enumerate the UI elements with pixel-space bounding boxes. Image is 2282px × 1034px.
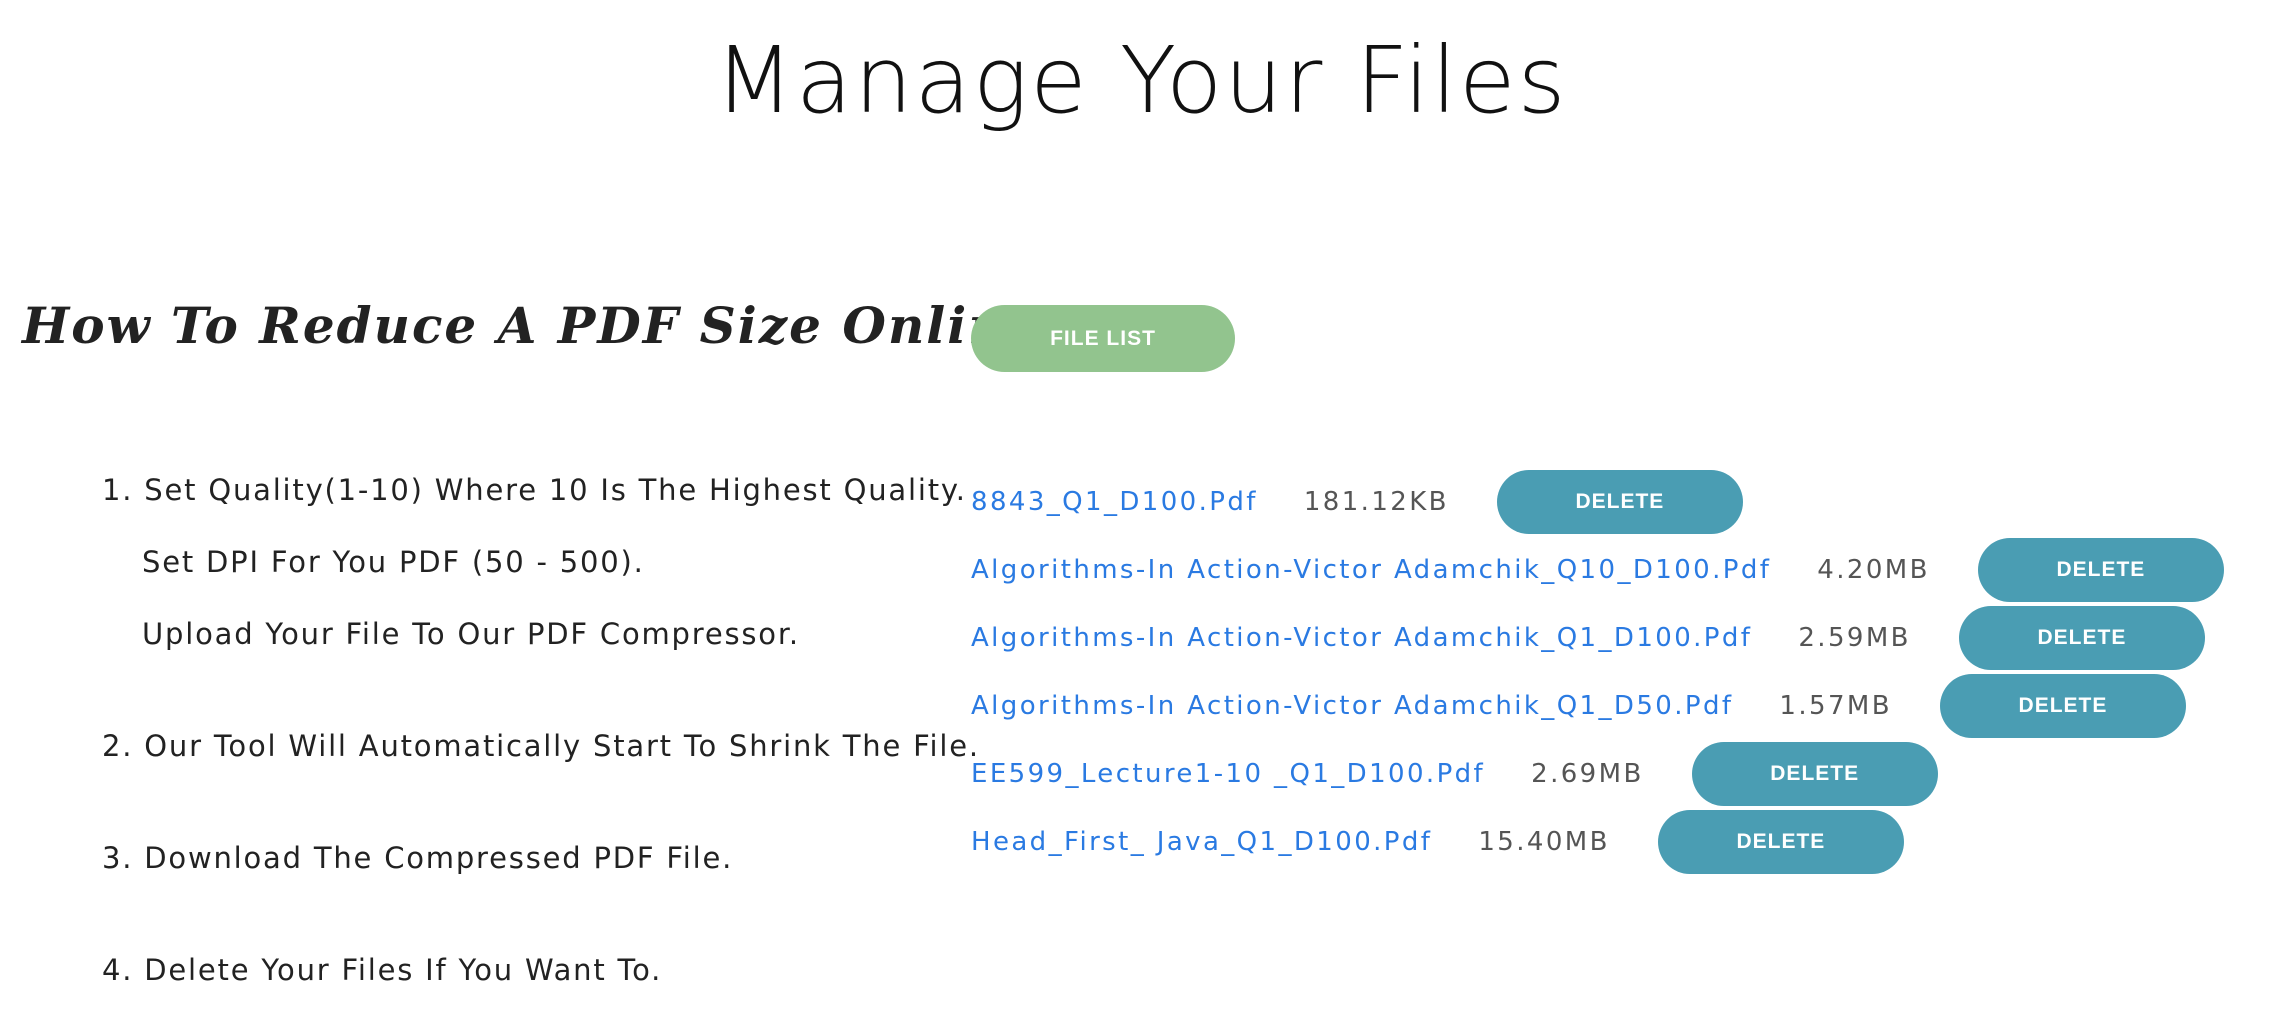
file-list-button[interactable]: FILE LIST [971, 305, 1235, 372]
file-link[interactable]: Algorithms-In Action-Victor Adamchik_Q1_… [971, 691, 1733, 721]
file-size: 15.40MB [1478, 827, 1610, 857]
step-2: 2. Our Tool Will Automatically Start To … [102, 729, 980, 763]
delete-button[interactable]: DELETE [1496, 470, 1743, 534]
file-row: Head_First_ Java_Q1_D100.Pdf 15.40MB DEL… [971, 810, 1904, 874]
delete-button[interactable]: DELETE [1977, 538, 2224, 602]
delete-button[interactable]: DELETE [1657, 810, 1904, 874]
file-size: 2.69MB [1531, 759, 1644, 789]
step-1-quality: 1. Set Quality(1-10) Where 10 Is The Hig… [102, 473, 967, 507]
file-link[interactable]: 8843_Q1_D100.Pdf [971, 487, 1258, 517]
howto-heading: How To Reduce A PDF Size Online: [22, 296, 1061, 355]
file-row: 8843_Q1_D100.Pdf 181.12KB DELETE [971, 470, 1743, 534]
file-size: 1.57MB [1779, 691, 1892, 721]
step-4: 4. Delete Your Files If You Want To. [102, 953, 663, 987]
file-size: 4.20MB [1817, 555, 1930, 585]
file-link[interactable]: EE599_Lecture1-10 _Q1_D100.Pdf [971, 759, 1485, 789]
page-title: Manage Your Files [714, 27, 1568, 134]
file-row: EE599_Lecture1-10 _Q1_D100.Pdf 2.69MB DE… [971, 742, 1938, 806]
delete-button[interactable]: DELETE [1958, 606, 2205, 670]
file-row: Algorithms-In Action-Victor Adamchik_Q1_… [971, 606, 2205, 670]
file-link[interactable]: Algorithms-In Action-Victor Adamchik_Q1_… [971, 623, 1752, 653]
file-size: 2.59MB [1798, 623, 1911, 653]
file-row: Algorithms-In Action-Victor Adamchik_Q10… [971, 538, 2224, 602]
step-1-upload: Upload Your File To Our PDF Compressor. [142, 617, 800, 651]
file-link[interactable]: Head_First_ Java_Q1_D100.Pdf [971, 827, 1432, 857]
file-size: 181.12KB [1303, 487, 1449, 517]
step-3: 3. Download The Compressed PDF File. [102, 841, 734, 875]
delete-button[interactable]: DELETE [1939, 674, 2186, 738]
step-1-dpi: Set DPI For You PDF (50 - 500). [142, 545, 645, 579]
delete-button[interactable]: DELETE [1691, 742, 1938, 806]
file-link[interactable]: Algorithms-In Action-Victor Adamchik_Q10… [971, 555, 1771, 585]
file-row: Algorithms-In Action-Victor Adamchik_Q1_… [971, 674, 2186, 738]
